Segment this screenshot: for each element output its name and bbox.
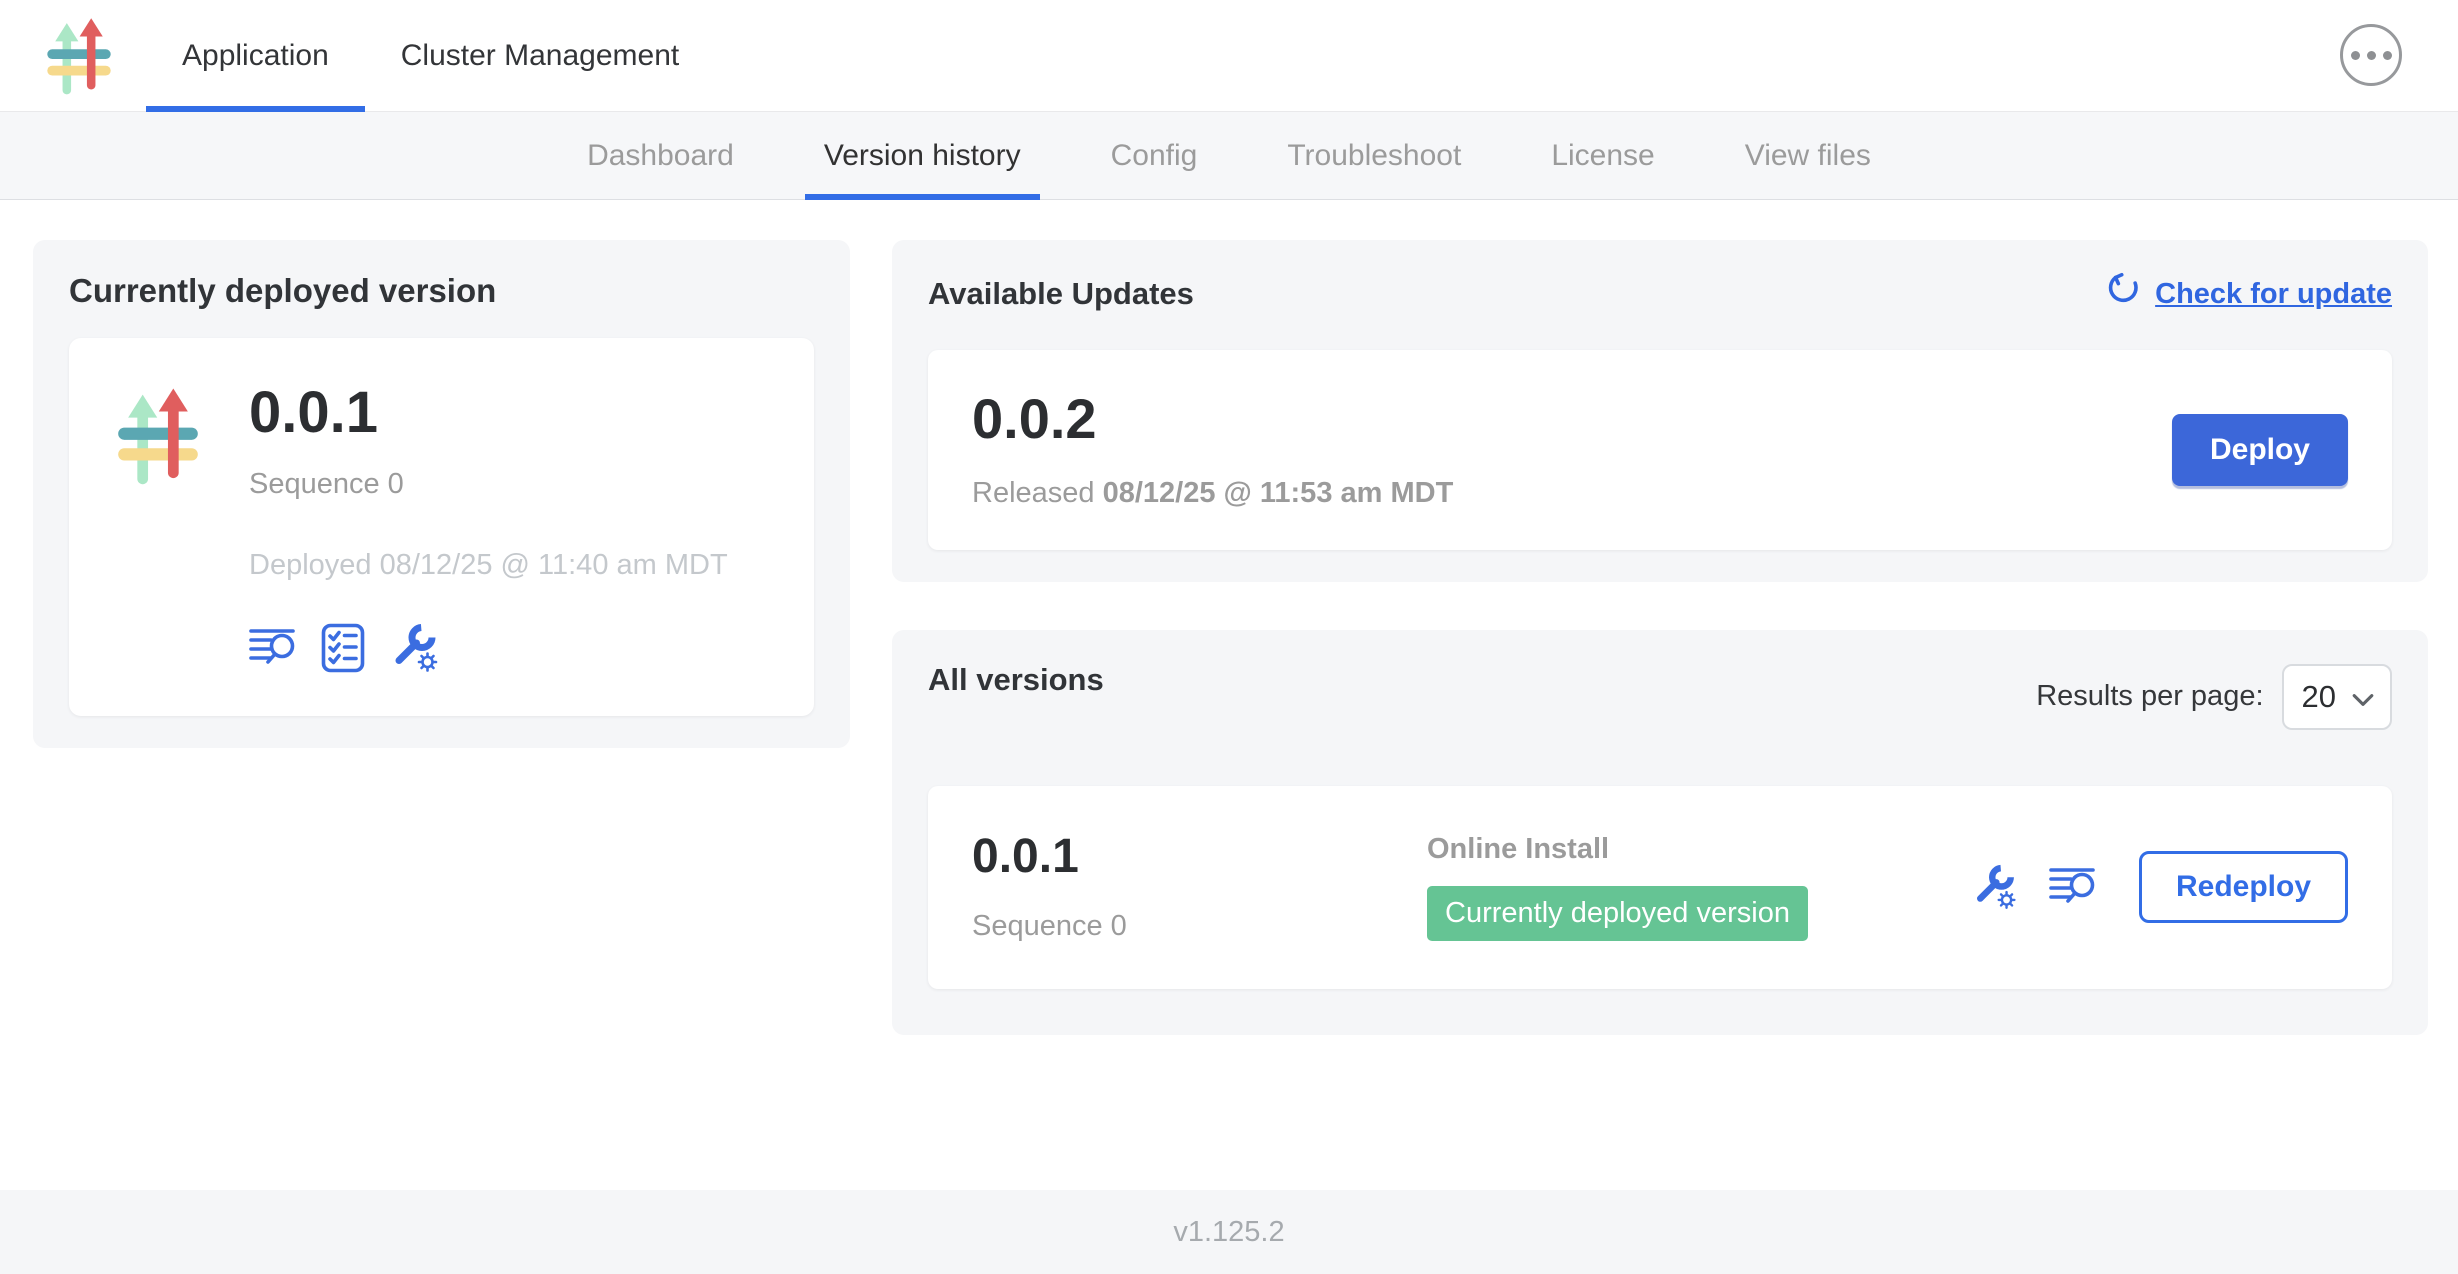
app-subnav: Dashboard Version history Config Trouble… bbox=[0, 112, 2458, 200]
refresh-icon bbox=[2105, 272, 2141, 316]
row-sequence: Sequence 0 bbox=[972, 910, 1427, 943]
check-for-update-link[interactable]: Check for update bbox=[2105, 272, 2392, 316]
edit-config-button[interactable] bbox=[389, 622, 441, 674]
all-versions-title: All versions bbox=[928, 662, 1104, 698]
preflight-checks-button[interactable] bbox=[321, 623, 365, 673]
config-gear-icon bbox=[1971, 863, 2019, 911]
top-tab-cluster-management[interactable]: Cluster Management bbox=[365, 0, 715, 111]
logs-icon bbox=[249, 627, 297, 669]
update-released-timestamp: Released 08/12/25 @ 11:53 am MDT bbox=[972, 477, 1453, 510]
results-per-page-label: Results per page: bbox=[2036, 680, 2263, 713]
available-update-row: 0.0.2 Released 08/12/25 @ 11:53 am MDT D… bbox=[928, 350, 2392, 550]
deployed-card-title: Currently deployed version bbox=[69, 272, 814, 310]
app-logo-icon bbox=[109, 387, 207, 485]
all-versions-card: All versions Results per page: 20 bbox=[892, 630, 2428, 1035]
deploy-button[interactable]: Deploy bbox=[2172, 414, 2348, 486]
config-gear-icon bbox=[389, 622, 441, 674]
preflight-checklist-icon bbox=[321, 623, 365, 673]
subnav-tab-license[interactable]: License bbox=[1506, 112, 1699, 199]
console-version: v1.125.2 bbox=[1173, 1216, 1284, 1249]
subnav-tab-view-files[interactable]: View files bbox=[1700, 112, 1916, 199]
install-type-label: Online Install bbox=[1427, 833, 1971, 866]
app-logo-icon bbox=[40, 12, 118, 100]
results-per-page-select[interactable]: 20 bbox=[2282, 664, 2392, 730]
currently-deployed-card: Currently deployed version 0.0.1 Sequenc… bbox=[33, 240, 850, 748]
footer: v1.125.2 bbox=[0, 1190, 2458, 1274]
view-logs-button[interactable] bbox=[249, 627, 297, 669]
top-tab-application[interactable]: Application bbox=[146, 0, 365, 111]
deployed-timestamp: Deployed 08/12/25 @ 11:40 am MDT bbox=[249, 549, 728, 582]
subnav-tab-config[interactable]: Config bbox=[1066, 112, 1243, 199]
main-content: Currently deployed version 0.0.1 Sequenc… bbox=[0, 200, 2458, 1190]
top-header: Application Cluster Management bbox=[0, 0, 2458, 112]
deployed-version-card: 0.0.1 Sequence 0 Deployed 08/12/25 @ 11:… bbox=[69, 338, 814, 716]
deployed-sequence: Sequence 0 bbox=[249, 468, 728, 501]
subnav-tab-dashboard[interactable]: Dashboard bbox=[542, 112, 779, 199]
row-edit-config-button[interactable] bbox=[1971, 863, 2019, 911]
row-version-number: 0.0.1 bbox=[972, 832, 1427, 882]
currently-deployed-badge: Currently deployed version bbox=[1427, 886, 1808, 941]
overflow-menu-button[interactable] bbox=[2340, 24, 2402, 86]
subnav-tab-troubleshoot[interactable]: Troubleshoot bbox=[1242, 112, 1506, 199]
subnav-tab-version-history[interactable]: Version history bbox=[779, 112, 1066, 199]
available-updates-card: Available Updates Check for update 0.0.2 bbox=[892, 240, 2428, 582]
logs-icon bbox=[2049, 866, 2097, 908]
redeploy-button[interactable]: Redeploy bbox=[2139, 851, 2348, 923]
ellipsis-icon bbox=[2351, 51, 2360, 60]
updates-title: Available Updates bbox=[928, 276, 1194, 312]
chevron-down-icon bbox=[2352, 679, 2374, 715]
deployed-version-number: 0.0.1 bbox=[249, 383, 728, 444]
row-view-logs-button[interactable] bbox=[2049, 866, 2097, 908]
update-version-number: 0.0.2 bbox=[972, 390, 1453, 449]
version-row: 0.0.1 Sequence 0 Online Install Currentl… bbox=[928, 786, 2392, 989]
